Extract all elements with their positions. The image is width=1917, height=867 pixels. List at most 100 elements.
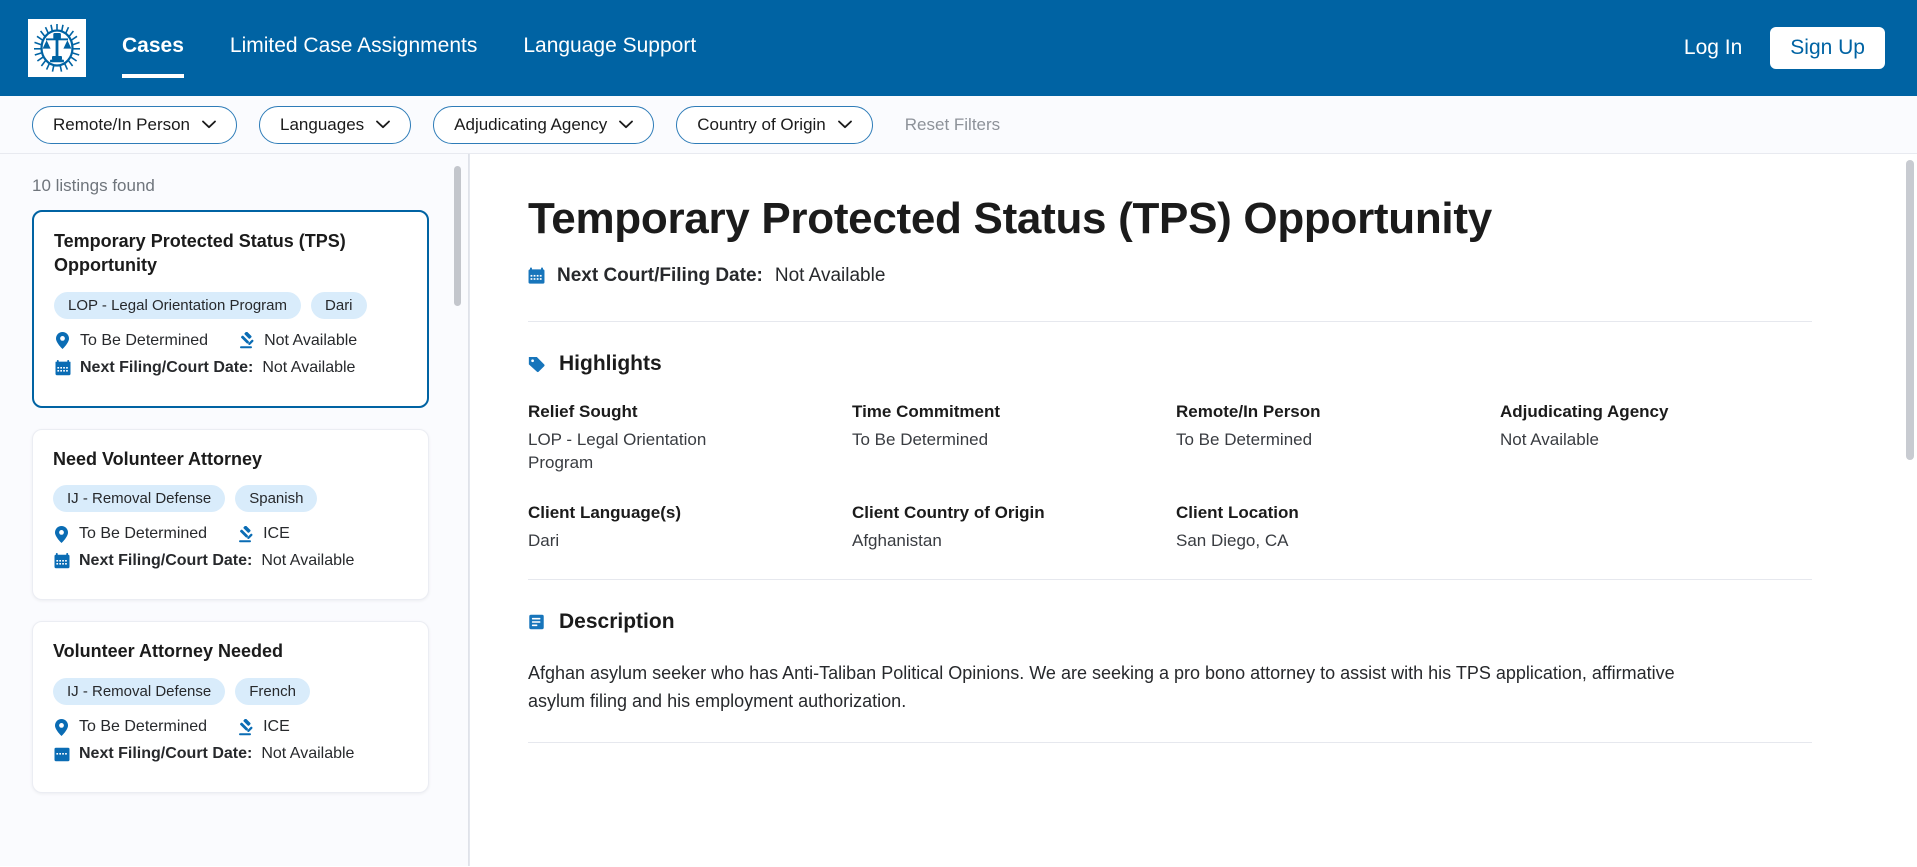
- highlights-heading: Highlights: [528, 352, 1812, 376]
- nav-item-limited-case-assignments[interactable]: Limited Case Assignments: [230, 0, 477, 96]
- nav-label: Cases: [122, 34, 184, 57]
- next-date-value: Not Available: [774, 265, 886, 287]
- app-header: Cases Limited Case Assignments Language …: [0, 0, 1917, 96]
- listing-tags: IJ - Removal Defense Spanish: [53, 485, 408, 513]
- nav-label: Limited Case Assignments: [229, 34, 478, 57]
- sidebar-divider: [468, 154, 469, 866]
- highlights-heading-label: Highlights: [559, 352, 662, 376]
- calendar-icon: [54, 359, 71, 377]
- highlight-item: Client Country of Origin Afghanistan: [852, 503, 1164, 553]
- listing-date-label: Next Filing/Court Date:: [80, 358, 254, 376]
- next-date-label: Next Court/Filing Date:: [557, 265, 763, 287]
- highlights-section: Highlights Relief Sought LOP - Legal Ori…: [528, 322, 1812, 581]
- listing-tag: Spanish: [235, 485, 318, 513]
- justice-scales-seal-icon: [34, 24, 80, 72]
- highlight-value: LOP - Legal Orientation Program: [528, 430, 707, 473]
- highlight-item: Adjudicating Agency Not Available: [1500, 402, 1812, 475]
- nav-item-language-support[interactable]: Language Support: [523, 0, 696, 96]
- filter-label: Country of Origin: [697, 114, 826, 134]
- highlight-item: Client Location San Diego, CA: [1176, 503, 1488, 553]
- highlight-label: Relief Sought: [528, 402, 638, 422]
- next-court-filing-date: Next Court/Filing Date: Not Available: [528, 265, 1812, 323]
- highlight-label: Remote/In Person: [1176, 402, 1321, 422]
- sidebar-scrollbar-thumb[interactable]: [454, 166, 461, 306]
- filter-remote-in-person[interactable]: Remote/In Person: [32, 105, 238, 144]
- highlight-value: Afghanistan: [852, 531, 942, 551]
- filter-label: Languages: [280, 114, 365, 134]
- listings-count: 10 listings found: [32, 176, 155, 195]
- log-in-link[interactable]: Log In: [1684, 36, 1742, 60]
- nav-label: Language Support: [523, 34, 697, 57]
- listing-meta-date: Next Filing/Court Date: Not Available: [54, 359, 407, 377]
- listing-meta-date: Next Filing/Court Date: Not Available: [53, 745, 408, 763]
- listing-tags: IJ - Removal Defense French: [53, 678, 408, 705]
- filter-label: Adjudicating Agency: [454, 114, 608, 134]
- description-heading-label: Description: [559, 610, 675, 634]
- header-actions: Log In Sign Up: [1684, 27, 1885, 69]
- listing-date-value: Not Available: [262, 358, 356, 376]
- page-title: Temporary Protected Status (TPS) Opportu…: [528, 194, 1492, 243]
- logo[interactable]: [28, 19, 86, 77]
- listing-title: Volunteer Attorney Needed: [53, 641, 284, 662]
- highlights-grid: Relief Sought LOP - Legal Orientation Pr…: [528, 402, 1812, 553]
- tag-icon: [528, 355, 545, 373]
- sidebar-scrollbar[interactable]: [454, 154, 461, 866]
- location-pin-icon: [53, 718, 70, 736]
- highlight-value: To Be Determined: [1176, 430, 1313, 450]
- nav-item-cases[interactable]: Cases: [122, 0, 184, 96]
- highlight-item: Relief Sought LOP - Legal Orientation Pr…: [528, 402, 840, 475]
- highlight-value: To Be Determined: [852, 430, 989, 450]
- highlight-value: Dari: [528, 531, 560, 551]
- listing-meta-location-agency: To Be Determined Not Available: [54, 332, 407, 350]
- listing-location: To Be Determined: [79, 718, 208, 735]
- filter-adjudicating-agency[interactable]: Adjudicating Agency: [433, 105, 655, 144]
- reset-filters-button[interactable]: Reset Filters: [905, 115, 1000, 135]
- main-nav: Cases Limited Case Assignments Language …: [122, 0, 742, 96]
- listing-title: Need Volunteer Attorney: [53, 448, 263, 469]
- highlight-label: Client Language(s): [528, 503, 682, 523]
- document-lines-icon: [528, 613, 545, 631]
- location-pin-icon: [54, 332, 71, 350]
- main-scrollbar-thumb[interactable]: [1906, 160, 1914, 460]
- highlight-item: Remote/In Person To Be Determined: [1176, 402, 1488, 475]
- listing-meta-location-agency: To Be Determined ICE: [53, 525, 408, 543]
- listing-agency: Not Available: [264, 331, 358, 349]
- listing-tag: LOP - Legal Orientation Program: [54, 291, 302, 319]
- listing-location: To Be Determined: [80, 331, 209, 349]
- listing-date-label: Next Filing/Court Date:: [79, 552, 253, 570]
- highlight-item-empty: [1500, 503, 1812, 553]
- listing-agency: ICE: [263, 718, 290, 735]
- location-pin-icon: [53, 525, 70, 543]
- listing-date-value: Not Available: [261, 552, 355, 570]
- listing-date-label: Next Filing/Court Date:: [79, 745, 253, 762]
- calendar-icon: [53, 745, 70, 763]
- description-text: Afghan asylum seeker who has Anti-Taliba…: [528, 663, 1675, 711]
- listing-card[interactable]: Temporary Protected Status (TPS) Opportu…: [32, 210, 429, 408]
- highlight-value: San Diego, CA: [1176, 531, 1289, 551]
- filter-languages[interactable]: Languages: [259, 105, 412, 144]
- gavel-icon: [237, 718, 254, 736]
- listing-tag: IJ - Removal Defense: [53, 485, 226, 513]
- main-scrollbar[interactable]: [1906, 154, 1914, 866]
- listing-meta-date: Next Filing/Court Date: Not Available: [53, 552, 408, 570]
- listing-agency: ICE: [263, 525, 290, 543]
- listing-card[interactable]: Need Volunteer Attorney IJ - Removal Def…: [32, 428, 429, 601]
- chevron-down-icon: [202, 120, 216, 129]
- filter-label: Remote/In Person: [53, 114, 191, 134]
- calendar-icon: [528, 267, 545, 285]
- sign-up-button[interactable]: Sign Up: [1770, 27, 1885, 69]
- chevron-down-icon: [619, 120, 634, 129]
- filter-country-of-origin[interactable]: Country of Origin: [676, 105, 873, 144]
- calendar-icon: [53, 552, 70, 570]
- listing-card[interactable]: Volunteer Attorney Needed IJ - Removal D…: [32, 621, 429, 793]
- listings-sidebar: 10 listings found Temporary Protected St…: [0, 154, 470, 866]
- listings-list: 10 listings found Temporary Protected St…: [0, 154, 469, 793]
- listing-detail-panel: Temporary Protected Status (TPS) Opportu…: [470, 154, 1917, 866]
- filter-bar: Remote/In Person Languages Adjudicating …: [0, 96, 1917, 154]
- listing-tags: LOP - Legal Orientation Program Dari: [54, 291, 407, 319]
- description-heading: Description: [528, 610, 1812, 634]
- highlight-item: Client Language(s) Dari: [528, 503, 840, 553]
- listing-meta-location-agency: To Be Determined ICE: [53, 718, 408, 736]
- listing-tag: IJ - Removal Defense: [53, 678, 226, 705]
- highlight-label: Time Commitment: [852, 402, 1000, 422]
